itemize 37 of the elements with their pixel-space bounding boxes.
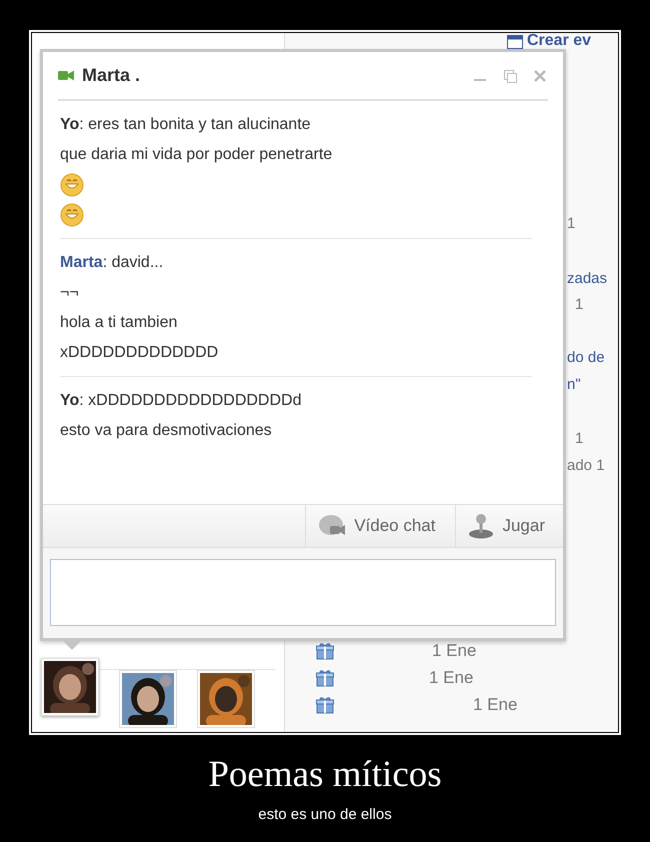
chat-message: esto va para desmotivaciones bbox=[60, 422, 272, 440]
poster-caption: esto es uno de ellos bbox=[258, 806, 392, 823]
calendar-text: n" bbox=[567, 376, 581, 392]
create-event-link[interactable]: Crear ev bbox=[527, 33, 592, 49]
chat-message: Yo: eres tan bonita y tan alucinante bbox=[60, 116, 311, 134]
calendar-text: ado 1 bbox=[567, 456, 605, 474]
video-camera-icon bbox=[58, 70, 74, 81]
contact-avatar[interactable] bbox=[197, 670, 255, 728]
gift-icon bbox=[316, 696, 334, 714]
restore-icon[interactable] bbox=[502, 68, 518, 84]
smiley-icon bbox=[60, 173, 84, 197]
calendar-text: 1 bbox=[567, 214, 576, 232]
birthday-date: 1 Ene bbox=[429, 668, 474, 688]
calendar-text: 1 bbox=[575, 430, 584, 446]
calendar-text: zadas bbox=[567, 270, 608, 286]
chat-message: xDDDDDDDDDDDDD bbox=[60, 344, 218, 362]
calendar-text: 1 bbox=[575, 296, 584, 312]
chat-message: Marta: david... bbox=[60, 254, 164, 272]
chat-message: Yo: xDDDDDDDDDDDDDDDDDd bbox=[60, 392, 302, 410]
contact-avatar[interactable] bbox=[119, 670, 177, 728]
chat-message: ¬¬ bbox=[60, 284, 79, 302]
birthday-date: 1 Ene bbox=[432, 641, 476, 661]
gift-icon bbox=[316, 642, 334, 660]
message-input[interactable] bbox=[50, 559, 556, 626]
smiley-icon bbox=[60, 203, 84, 227]
chat-message: que daria mi vida por poder penetrarte bbox=[60, 146, 332, 164]
contact-avatar[interactable] bbox=[41, 658, 99, 716]
gift-icon bbox=[316, 669, 334, 687]
video-chat-button[interactable]: Vídeo chat bbox=[305, 505, 456, 547]
poster-title: Poemas míticos bbox=[208, 753, 442, 796]
game-button[interactable]: Jugar bbox=[455, 505, 563, 547]
birthday-date: 1 Ene bbox=[473, 695, 518, 715]
chat-title: Marta . bbox=[82, 65, 142, 86]
chat-message: hola a ti tambien bbox=[60, 314, 178, 332]
calendar-text: do de bbox=[567, 348, 605, 366]
joystick-icon bbox=[468, 513, 494, 539]
close-icon[interactable] bbox=[532, 68, 548, 84]
